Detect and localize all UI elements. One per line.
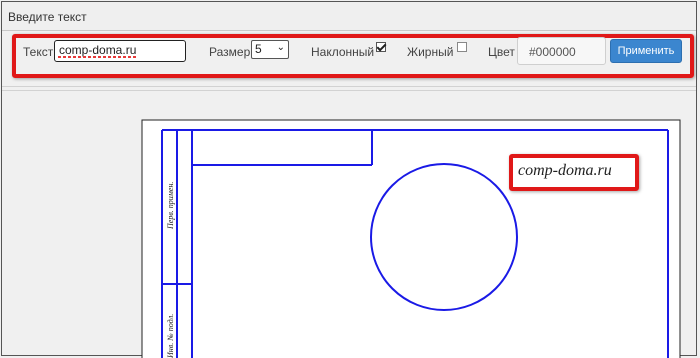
stamp-text-inventory: Инв. № подл. — [166, 313, 175, 358]
sample-text[interactable]: comp-doma.ru — [518, 162, 612, 180]
stamp-text-first-use: Перв. примен. — [166, 181, 175, 229]
